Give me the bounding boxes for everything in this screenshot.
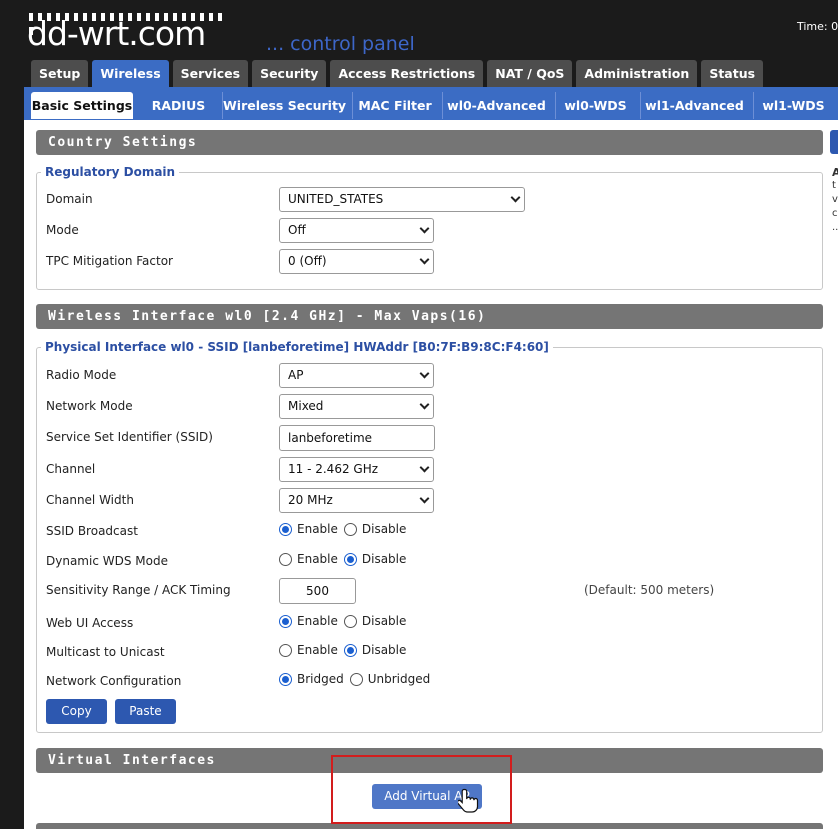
radio-mode-label: Radio Mode [46,368,117,382]
webui-access-disable-radio[interactable] [343,614,357,628]
ssid-broadcast-radio-group: Enable Disable [279,522,412,536]
channel-select[interactable]: 11 - 2.462 GHz [279,457,434,482]
tagline: ... control panel [266,33,415,55]
radio-mode-value: AP [288,368,304,382]
legend-physical-interface: Physical Interface wl0 - SSID [lanbefore… [41,340,553,354]
radio-label: Disable [361,614,407,628]
tab-services[interactable]: Services [172,60,249,87]
copy-button[interactable]: Copy [46,699,107,724]
radio-label: Enable [297,522,338,536]
multicast-disable-radio[interactable] [343,643,357,657]
network-mode-select[interactable]: Mixed [279,394,434,419]
logo: dd-wrt.com [27,14,206,53]
help-text: c [832,208,838,219]
chevron-down-icon [419,462,430,473]
radio-label: Disable [361,552,407,566]
channel-width-label: Channel Width [46,493,134,507]
radio-label: Enable [297,643,338,657]
channel-width-select[interactable]: 20 MHz [279,488,434,513]
domain-value: UNITED_STATES [288,192,384,206]
tab-setup[interactable]: Setup [31,60,89,87]
hand-cursor-icon [458,788,479,813]
sensitivity-input[interactable]: 500 [279,578,356,604]
mode-value: Off [288,223,306,237]
multicast-enable-radio[interactable] [279,643,292,657]
radio-label: Disable [361,522,407,536]
mode-label: Mode [46,223,79,237]
dynamic-wds-radio-group: Enable Disable [279,552,412,566]
tab-administration[interactable]: Administration [576,60,698,87]
subtab-wl1-wds[interactable]: wl1-WDS [753,92,833,119]
network-config-radio-group: Bridged Unbridged [279,672,436,686]
ssid-broadcast-enable-radio[interactable] [279,522,292,536]
tab-access-restrictions[interactable]: Access Restrictions [330,60,484,87]
subtab-wireless-security[interactable]: Wireless Security [222,92,346,119]
ssid-label: Service Set Identifier (SSID) [46,430,213,444]
help-text: t [832,180,836,191]
network-config-label: Network Configuration [46,674,182,688]
chevron-down-icon [419,254,430,265]
tpc-value: 0 (Off) [288,254,327,268]
help-more-link[interactable]: .. [832,222,838,233]
header: dd-wrt.com ... control panel Time: 0 Set… [0,0,838,93]
ssid-broadcast-disable-radio[interactable] [343,522,357,536]
sensitivity-label: Sensitivity Range / ACK Timing [46,583,231,597]
subtab-mac-filter[interactable]: MAC Filter [352,92,437,119]
domain-select[interactable]: UNITED_STATES [279,187,525,212]
mode-select[interactable]: Off [279,218,434,243]
time-label: Time: 0 [797,20,838,33]
tab-security[interactable]: Security [252,60,327,87]
tpc-select[interactable]: 0 (Off) [279,249,434,274]
chevron-down-icon [510,192,521,203]
chevron-down-icon [419,223,430,234]
highlight-box [331,755,512,824]
main-tabs: Setup Wireless Services Security Access … [31,60,767,87]
chevron-down-icon [419,493,430,504]
tab-nat-qos[interactable]: NAT / QoS [487,60,573,87]
webui-access-radio-group: Enable Disable [279,614,412,628]
dynamic-wds-disable-radio[interactable] [343,552,357,566]
unbridged-radio[interactable] [349,672,363,686]
ssid-broadcast-label: SSID Broadcast [46,524,138,538]
section-country-settings: Country Settings [36,130,823,155]
help-text: A [832,166,838,179]
domain-label: Domain [46,192,93,206]
dynamic-wds-enable-radio[interactable] [279,552,292,566]
subtab-wl0-wds[interactable]: wl0-WDS [555,92,635,119]
network-mode-value: Mixed [288,399,324,413]
ssid-input[interactable]: lanbeforetime [279,425,435,451]
multicast-radio-group: Enable Disable [279,643,412,657]
bridged-radio[interactable] [279,672,292,686]
network-mode-label: Network Mode [46,399,133,413]
webui-access-label: Web UI Access [46,616,134,630]
legend-regulatory-domain: Regulatory Domain [41,165,180,179]
radio-label: Unbridged [367,672,431,686]
channel-width-value: 20 MHz [288,493,333,507]
radio-label: Bridged [297,672,344,686]
tab-wireless[interactable]: Wireless [92,60,169,87]
help-text: v [832,194,838,205]
tpc-label: TPC Mitigation Factor [46,254,173,268]
radio-mode-select[interactable]: AP [279,363,434,388]
radio-label: Enable [297,614,338,628]
radio-label: Disable [361,643,407,657]
subtab-wl1-advanced[interactable]: wl1-Advanced [640,92,748,119]
subtab-basic-settings[interactable]: Basic Settings [31,92,133,119]
dynamic-wds-label: Dynamic WDS Mode [46,554,168,568]
sensitivity-default-note: (Default: 500 meters) [584,583,715,597]
channel-label: Channel [46,462,96,476]
help-panel-header [830,130,838,154]
subtab-radius[interactable]: RADIUS [143,92,214,119]
webui-access-enable-radio[interactable] [279,614,292,628]
radio-label: Enable [297,552,338,566]
tab-status[interactable]: Status [701,60,764,87]
section-wireless-interface-wl0: Wireless Interface wl0 [2.4 GHz] - Max V… [36,304,823,329]
paste-button[interactable]: Paste [115,699,176,724]
chevron-down-icon [419,368,430,379]
chevron-down-icon [419,399,430,410]
channel-value: 11 - 2.462 GHz [288,462,379,476]
multicast-label: Multicast to Unicast [46,645,165,659]
subtab-wl0-advanced[interactable]: wl0-Advanced [442,92,550,119]
